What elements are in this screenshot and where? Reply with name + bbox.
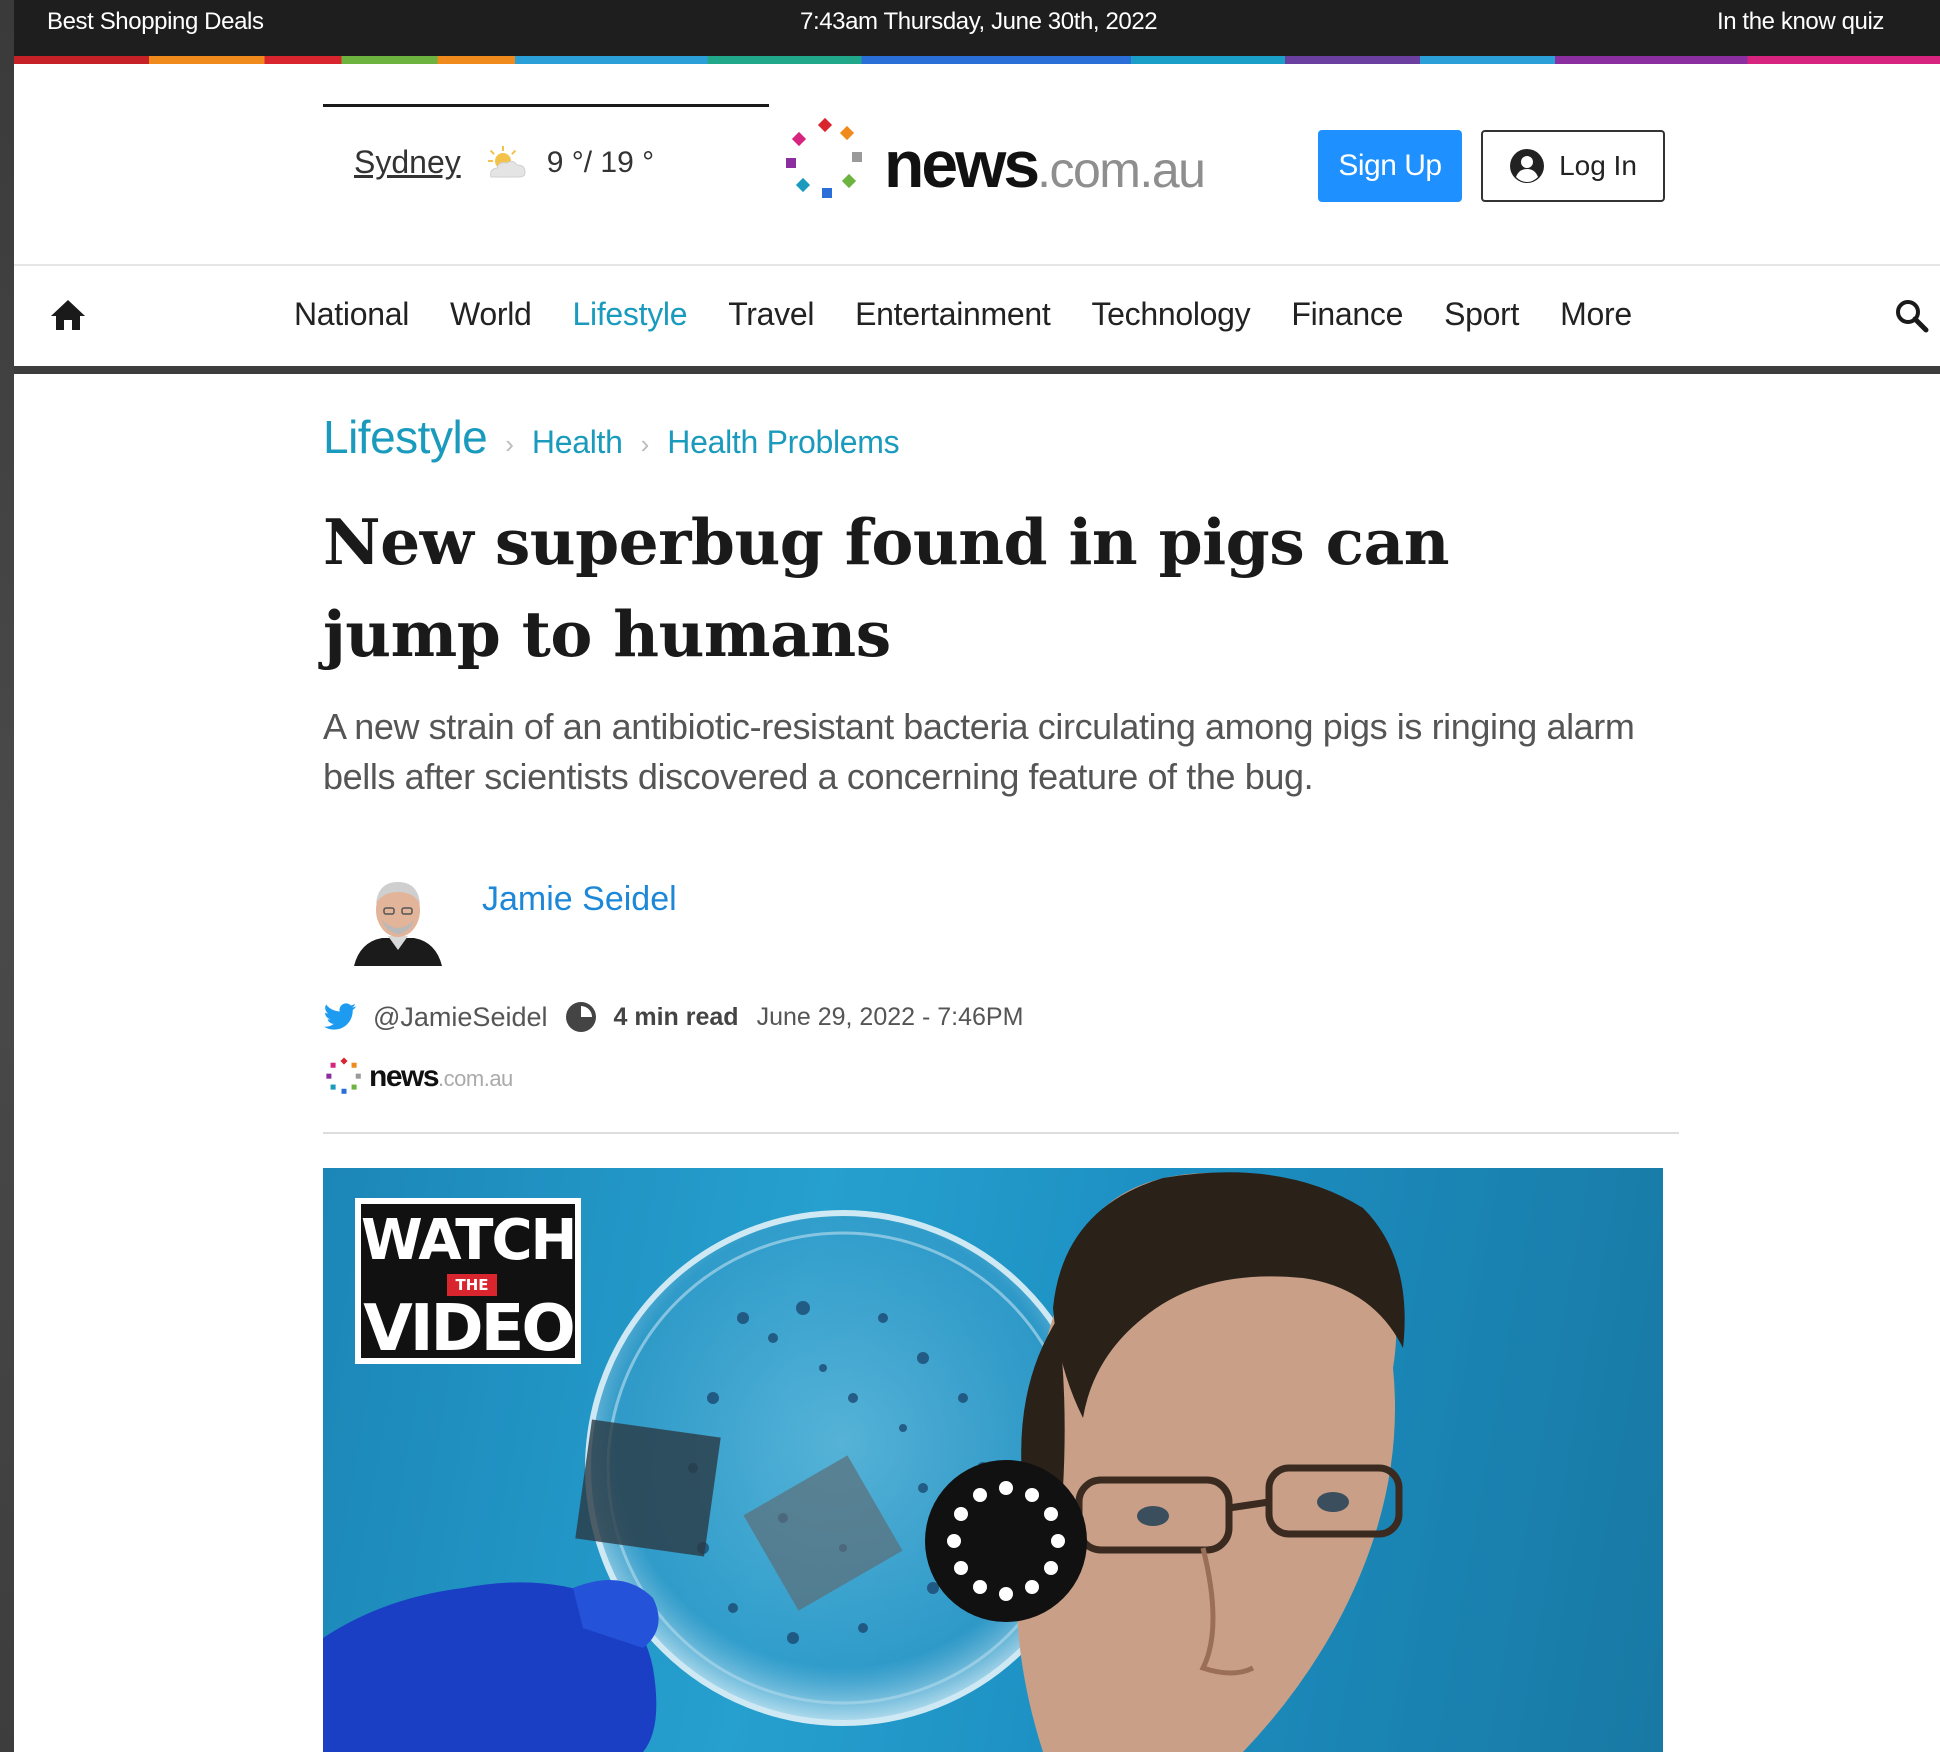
- badge-watch: WATCH: [361, 1208, 577, 1273]
- nav-item-technology[interactable]: Technology: [1091, 296, 1250, 333]
- site-header: Sydney 9 °/ 19 ° news.com.au Sign Up Log…: [14, 64, 1940, 266]
- nav-item-lifestyle[interactable]: Lifestyle: [573, 296, 688, 333]
- breadcrumb-health[interactable]: Health: [532, 424, 623, 461]
- nav-item-world[interactable]: World: [450, 296, 532, 333]
- best-shopping-deals-link[interactable]: Best Shopping Deals: [47, 8, 264, 36]
- logo-brand: news: [884, 127, 1040, 201]
- source-logo: news.com.au: [323, 1056, 513, 1098]
- breadcrumb: Lifestyle › Health › Health Problems: [323, 410, 900, 464]
- weather-widget[interactable]: Sydney 9 °/ 19 °: [354, 144, 654, 181]
- article-headline: New superbug found in pigs can jump to h…: [323, 505, 1450, 671]
- twitter-handle[interactable]: @JamieSeidel: [373, 1002, 548, 1033]
- weather-city[interactable]: Sydney: [354, 144, 461, 181]
- nav-items: National World Lifestyle Travel Entertai…: [294, 296, 1673, 333]
- chevron-right-icon: ›: [505, 429, 514, 459]
- source-domain: .com.au: [438, 1066, 513, 1091]
- badge-video: VIDEO: [363, 1292, 576, 1366]
- home-icon[interactable]: [48, 296, 88, 334]
- log-in-button[interactable]: Log In: [1481, 130, 1665, 202]
- nav-item-finance[interactable]: Finance: [1291, 296, 1403, 333]
- article-divider: [323, 1132, 1679, 1134]
- header-rule: [323, 104, 769, 107]
- main-nav: National World Lifestyle Travel Entertai…: [14, 266, 1940, 370]
- search-icon[interactable]: [1892, 296, 1932, 336]
- nav-item-sport[interactable]: Sport: [1444, 296, 1519, 333]
- author-name[interactable]: Jamie Seidel: [482, 880, 677, 919]
- current-datetime: 7:43am Thursday, June 30th, 2022: [800, 8, 1158, 35]
- news-logo-dots-icon: [326, 1057, 361, 1094]
- watch-the-video-badge: WATCH THE VIDEO: [355, 1198, 581, 1366]
- loading-spinner-icon[interactable]: [925, 1460, 1087, 1622]
- nav-item-entertainment[interactable]: Entertainment: [855, 296, 1051, 333]
- user-icon: [1510, 149, 1545, 183]
- rainbow-divider: [14, 56, 1940, 64]
- logo-domain: .com.au: [1037, 142, 1206, 198]
- breadcrumb-lifestyle[interactable]: Lifestyle: [323, 410, 488, 464]
- read-time: 4 min read: [613, 1002, 739, 1031]
- author-avatar[interactable]: [348, 870, 448, 970]
- site-logo[interactable]: news.com.au: [776, 114, 1206, 214]
- breadcrumb-health-problems[interactable]: Health Problems: [667, 424, 899, 461]
- publish-date: June 29, 2022 - 7:46PM: [756, 1002, 1024, 1031]
- article-standfirst: A new strain of an antibiotic-resistant …: [323, 706, 1635, 797]
- log-in-label: Log In: [1559, 150, 1637, 181]
- page: Best Shopping Deals 7:43am Thursday, Jun…: [14, 0, 1940, 1752]
- video-player[interactable]: WATCH THE VIDEO: [323, 1168, 1663, 1752]
- weather-temps: 9 °/ 19 °: [546, 145, 655, 179]
- chevron-right-icon: ›: [640, 429, 650, 459]
- partly-sunny-icon: [487, 145, 526, 177]
- nav-divider: [14, 366, 1940, 374]
- clock-icon: [565, 1002, 596, 1032]
- logo-wordmark: news.com.au: [884, 126, 1206, 202]
- source-brand: news: [369, 1060, 440, 1093]
- nav-item-more[interactable]: More: [1560, 296, 1632, 333]
- nav-item-national[interactable]: National: [294, 296, 409, 333]
- article-meta: @JamieSeidel 4 min read June 29, 2022 - …: [323, 1000, 1023, 1034]
- twitter-icon[interactable]: [323, 1003, 357, 1031]
- top-strip: Best Shopping Deals 7:43am Thursday, Jun…: [14, 0, 1940, 58]
- window-edge: [0, 0, 14, 1752]
- news-logo-dots-icon: [786, 117, 862, 198]
- source-wordmark: news.com.au: [369, 1060, 513, 1094]
- in-the-know-quiz-link[interactable]: In the know quiz: [1717, 8, 1884, 36]
- nav-item-travel[interactable]: Travel: [728, 296, 814, 333]
- sign-up-button[interactable]: Sign Up: [1318, 130, 1462, 202]
